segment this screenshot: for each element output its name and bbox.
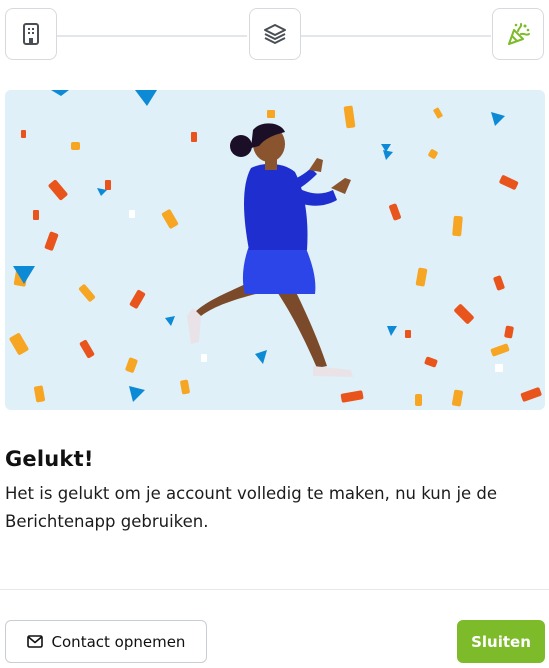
success-message: Het is gelukt om je account volledig te … — [5, 484, 498, 531]
stepper-connector — [301, 35, 491, 37]
close-button[interactable]: Sluiten — [457, 620, 545, 663]
party-popper-icon — [508, 23, 530, 45]
confetti-scene — [9, 90, 542, 407]
contact-button-label: Contact opnemen — [51, 632, 186, 651]
step-celebration[interactable] — [492, 8, 544, 60]
step-layers[interactable] — [249, 8, 301, 60]
layers-icon — [264, 24, 286, 44]
building-icon — [23, 23, 39, 45]
step-organization[interactable] — [5, 8, 57, 60]
mail-icon — [26, 635, 43, 648]
success-dialog: Gelukt! Het is gelukt om je account voll… — [0, 0, 549, 668]
footer-divider — [0, 589, 549, 590]
running-person — [187, 123, 353, 377]
contact-button[interactable]: Contact opnemen — [5, 620, 207, 663]
page-title: Gelukt! — [5, 447, 94, 471]
progress-stepper — [5, 8, 546, 62]
stepper-connector — [57, 35, 247, 37]
celebration-illustration — [5, 90, 545, 410]
